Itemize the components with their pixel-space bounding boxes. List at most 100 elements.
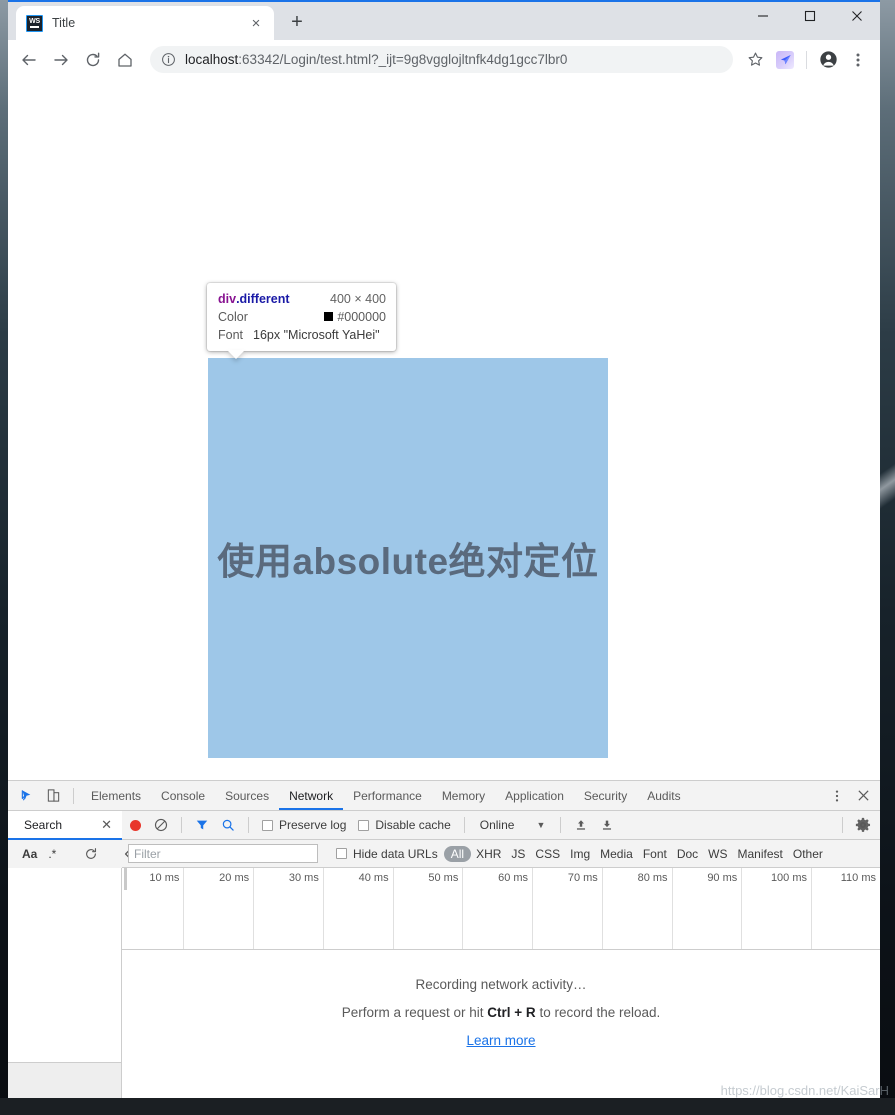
timeline-tick-label: 10 ms [149, 872, 180, 884]
close-icon[interactable] [833, 0, 880, 32]
filter-type-font[interactable]: Font [638, 847, 672, 861]
tooltip-color-value: #000000 [324, 308, 386, 326]
filter-funnel-icon[interactable] [189, 812, 215, 838]
tab-console[interactable]: Console [151, 781, 215, 810]
three-dot-menu-icon[interactable] [844, 46, 872, 74]
toolbar-divider [181, 817, 182, 833]
filter-type-other[interactable]: Other [788, 847, 828, 861]
browser-tab[interactable]: WS Title × [16, 6, 274, 40]
tab-strip: WS Title × + [8, 0, 880, 40]
tooltip-arrow [227, 350, 245, 359]
filter-type-manifest[interactable]: Manifest [733, 847, 788, 861]
tab-sources[interactable]: Sources [215, 781, 279, 810]
tab-security[interactable]: Security [574, 781, 637, 810]
taskbar-strip [0, 1098, 895, 1115]
filter-type-js[interactable]: JS [506, 847, 530, 861]
devtools-close-icon[interactable] [850, 783, 876, 809]
filter-type-ws[interactable]: WS [703, 847, 732, 861]
timeline-left-handle[interactable] [124, 868, 127, 890]
learn-more-link[interactable]: Learn more [466, 1033, 535, 1048]
tab-application[interactable]: Application [495, 781, 574, 810]
info-circle-icon[interactable] [161, 52, 176, 67]
preserve-log-checkbox[interactable]: Preserve log [262, 818, 346, 832]
browser-window: WS Title × + localhost:63342/Login/test.… [8, 0, 880, 1098]
timeline-tick-label: 100 ms [770, 872, 808, 884]
empty-state-line2: Perform a request or hit Ctrl + R to rec… [342, 1005, 661, 1020]
filter-type-img[interactable]: Img [565, 847, 595, 861]
filter-type-doc[interactable]: Doc [672, 847, 703, 861]
devtools-panel: Elements Console Sources Network Perform… [8, 780, 880, 1098]
back-arrow-icon[interactable] [14, 45, 44, 75]
home-icon[interactable] [110, 45, 140, 75]
network-empty-state: Recording network activity… Perform a re… [122, 950, 880, 1098]
hide-data-urls-checkbox[interactable]: Hide data URLs [336, 847, 438, 861]
tab-elements[interactable]: Elements [81, 781, 151, 810]
toolbar-divider [842, 817, 843, 833]
filter-input[interactable]: Filter [128, 844, 318, 863]
url-path: :63342/Login/test.html?_ijt=9g8vgglojltn… [238, 52, 568, 67]
export-har-icon[interactable] [594, 812, 620, 838]
box-text: 使用absolute绝对定位 [217, 541, 599, 582]
search-options: Aa .* [8, 839, 131, 868]
tab-performance[interactable]: Performance [343, 781, 432, 810]
timeline-tick-label: 60 ms [498, 872, 529, 884]
window-controls [739, 0, 880, 32]
network-timeline-overview[interactable]: 10 ms 20 ms 30 ms 40 ms 50 ms 60 ms 70 m… [122, 868, 880, 950]
tooltip-font-value: 16px "Microsoft YaHei" [253, 328, 380, 342]
search-drawer-label: Search [24, 818, 63, 832]
search-drawer-close-icon[interactable]: ✕ [101, 817, 112, 833]
filter-type-all[interactable]: All [443, 845, 472, 862]
empty-state-line2-pre: Perform a request or hit [341, 1004, 488, 1020]
search-refresh-icon[interactable] [78, 841, 104, 867]
disable-cache-checkbox[interactable]: Disable cache [358, 818, 451, 832]
account-avatar-icon[interactable] [814, 46, 842, 74]
maximize-icon[interactable] [786, 0, 833, 32]
filter-type-xhr[interactable]: XHR [471, 847, 506, 861]
network-body: 10 ms 20 ms 30 ms 40 ms 50 ms 60 ms 70 m… [8, 868, 880, 1098]
reload-icon[interactable] [78, 45, 108, 75]
tabbar-divider [73, 787, 74, 804]
address-bar[interactable]: localhost:63342/Login/test.html?_ijt=9g8… [150, 46, 733, 73]
search-magnifier-icon[interactable] [215, 812, 241, 838]
toolbar-divider [560, 817, 562, 833]
throttling-value: Online [479, 818, 515, 832]
filter-type-media[interactable]: Media [595, 847, 638, 861]
url-host: localhost [185, 52, 239, 67]
throttling-select[interactable]: Online ▼ [472, 818, 554, 832]
minimize-icon[interactable] [739, 0, 786, 32]
inspect-element-icon[interactable] [14, 783, 40, 809]
search-results-empty [8, 868, 121, 1062]
filter-type-css[interactable]: CSS [530, 847, 565, 861]
gear-icon[interactable] [850, 812, 876, 838]
device-toolbar-icon[interactable] [40, 783, 66, 809]
timeline-tick-label: 40 ms [358, 872, 389, 884]
import-har-icon[interactable] [568, 812, 594, 838]
timeline-tick-label: 30 ms [288, 872, 319, 884]
preserve-log-label: Preserve log [279, 818, 347, 832]
tab-network[interactable]: Network [279, 781, 343, 810]
tab-audits[interactable]: Audits [637, 781, 690, 810]
search-sidebar-footer [8, 1062, 121, 1098]
forward-arrow-icon[interactable] [46, 45, 76, 75]
extension-icon[interactable] [771, 46, 799, 74]
timeline-tick-label: 50 ms [428, 872, 459, 884]
regex-icon[interactable]: .* [48, 847, 56, 861]
highlighted-div-different[interactable]: 使用absolute绝对定位 [208, 358, 608, 758]
tooltip-color-hex: #000000 [337, 310, 386, 324]
new-tab-button[interactable]: + [282, 7, 312, 37]
tab-close-icon[interactable]: × [246, 13, 266, 33]
empty-state-line2-post: to record the reload. [535, 1004, 661, 1020]
search-drawer-tab[interactable]: Search ✕ [8, 810, 122, 840]
extension-glyph-icon [776, 50, 794, 69]
match-case-icon[interactable]: Aa [22, 847, 37, 861]
clear-no-entry-icon[interactable] [148, 812, 174, 838]
checkbox-box-icon [336, 848, 347, 859]
tooltip-color-row: Color #000000 [218, 308, 386, 326]
star-icon[interactable] [741, 46, 769, 74]
network-toolbar-row: Search ✕ Preserve log Disable cache Onli… [8, 810, 880, 840]
record-red-dot-icon[interactable] [122, 812, 148, 838]
devtools-three-dot-menu-icon[interactable] [824, 783, 850, 809]
tooltip-selector-row: div .different 400 × 400 [218, 290, 386, 308]
tab-memory[interactable]: Memory [432, 781, 495, 810]
toolbar-divider [806, 50, 807, 69]
